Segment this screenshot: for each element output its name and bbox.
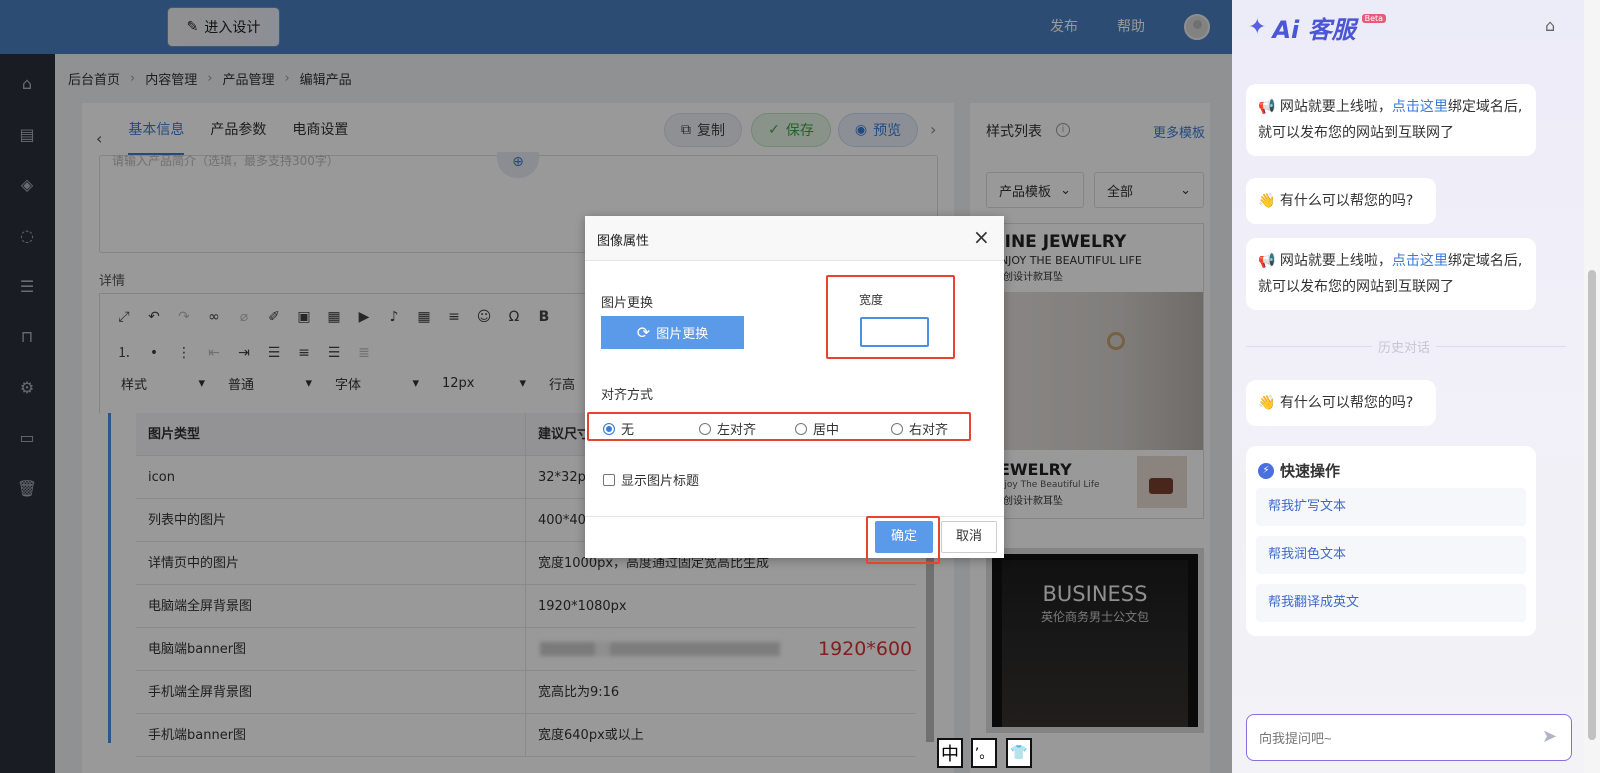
beta-badge: Beta	[1361, 14, 1387, 23]
ime-punctuation-toggle[interactable]: ’。	[971, 738, 997, 768]
bind-domain-link[interactable]: 点击这里	[1392, 253, 1448, 269]
radio-button[interactable]	[795, 422, 807, 435]
align-none-label: 无	[621, 423, 635, 438]
wave-hand-icon: 👋	[1258, 395, 1276, 411]
align-center-label: 居中	[813, 423, 840, 438]
align-center-option[interactable]: 居中	[795, 419, 839, 438]
replace-image-button[interactable]: ⟳ 图片更换	[601, 316, 744, 349]
align-right-option[interactable]: 右对齐	[891, 419, 948, 438]
bind-domain-link[interactable]: 点击这里	[1392, 99, 1448, 115]
show-caption-label: 显示图片标题	[621, 474, 700, 489]
radio-button[interactable]	[891, 422, 903, 435]
replace-label: 图片更换	[601, 296, 654, 311]
ai-input-box[interactable]: ➤	[1246, 714, 1572, 761]
msg-text: 有什么可以帮您的吗?	[1279, 193, 1414, 209]
align-label: 对齐方式	[601, 388, 654, 403]
ai-message: 📢 网站就要上线啦，点击这里绑定域名后,就可以发布您的网站到互联网了	[1246, 238, 1536, 310]
ai-message: 👋 有什么可以帮您的吗?	[1246, 178, 1436, 224]
align-right-label: 右对齐	[909, 423, 949, 438]
replace-image-label: 图片更换	[656, 327, 709, 342]
send-icon[interactable]: ➤	[1542, 726, 1557, 747]
ai-brand: ✦ Ai 客服 Beta	[1248, 10, 1387, 45]
close-icon[interactable]: ×	[973, 225, 990, 249]
radio-button[interactable]	[603, 422, 615, 435]
quick-actions-title: 快速操作	[1280, 462, 1341, 480]
align-none-option[interactable]: 无	[603, 419, 634, 438]
megaphone-icon: 📢	[1258, 99, 1276, 115]
quick-actions-header: ⚡ 快速操作	[1258, 460, 1340, 481]
ime-skin-icon[interactable]: 👕	[1006, 738, 1032, 768]
ime-chinese-toggle[interactable]: 中	[937, 738, 963, 768]
dialog-title: 图像属性	[597, 234, 650, 249]
ai-brand-name: Ai 客服	[1272, 16, 1356, 44]
ok-button[interactable]: 确定	[875, 521, 933, 553]
wave-hand-icon: 👋	[1258, 193, 1276, 209]
show-caption-option[interactable]: 显示图片标题	[603, 470, 699, 489]
ai-message: 📢 网站就要上线啦，点击这里绑定域名后,就可以发布您的网站到互联网了	[1246, 84, 1536, 156]
scrollbar-thumb[interactable]	[1588, 270, 1596, 740]
quick-polish-text[interactable]: 帮我润色文本	[1256, 536, 1526, 574]
align-left-option[interactable]: 左对齐	[699, 419, 756, 438]
msg-text: 有什么可以帮您的吗?	[1279, 395, 1414, 411]
msg-text: 网站就要上线啦，	[1279, 99, 1392, 115]
history-label: 历史对话	[1372, 337, 1437, 356]
msg-text: 网站就要上线啦，	[1279, 253, 1392, 269]
sparkle-icon: ✦	[1248, 15, 1267, 40]
width-label: 宽度	[859, 293, 884, 307]
lightning-icon: ⚡	[1258, 462, 1274, 479]
ai-message: 👋 有什么可以帮您的吗?	[1246, 380, 1436, 426]
quick-expand-text[interactable]: 帮我扩写文本	[1256, 488, 1526, 526]
refresh-icon: ⟳	[636, 323, 651, 342]
ai-question-input[interactable]	[1259, 727, 1519, 749]
image-properties-dialog: 图像属性 × 图片更换 ⟳ 图片更换 宽度 对齐方式 无 左对齐 居中 右对齐 显…	[585, 216, 1004, 564]
caption-checkbox[interactable]	[603, 473, 615, 486]
megaphone-icon: 📢	[1258, 253, 1276, 269]
radio-button[interactable]	[699, 422, 711, 435]
dialog-header: 图像属性 ×	[585, 216, 1004, 261]
align-left-label: 左对齐	[717, 423, 757, 438]
basket-icon[interactable]: ⌂	[1545, 16, 1555, 35]
width-input[interactable]	[860, 317, 929, 347]
cancel-button[interactable]: 取消	[941, 521, 997, 553]
quick-translate-english[interactable]: 帮我翻译成英文	[1256, 584, 1526, 622]
